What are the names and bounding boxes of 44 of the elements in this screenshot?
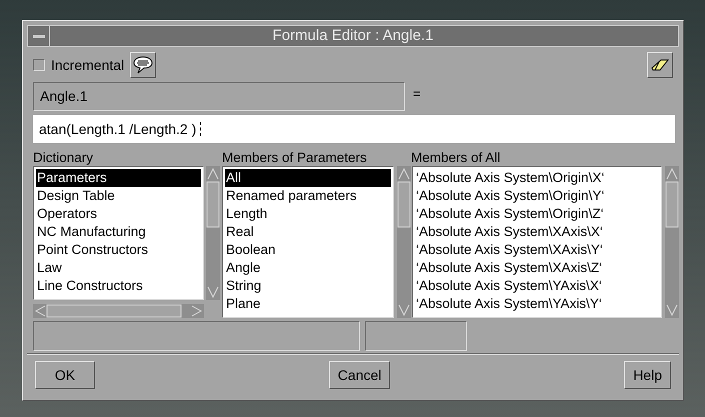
- vertical-scrollbar[interactable]: [665, 166, 679, 318]
- dialog-button[interactable]: OK: [35, 361, 95, 389]
- list-item[interactable]: ‘Absolute Axis System\Origin\Y‘: [415, 187, 659, 205]
- speech-bubble-icon: [133, 56, 154, 74]
- list-item[interactable]: Operators: [36, 205, 201, 223]
- comment-button[interactable]: [130, 52, 156, 78]
- vertical-scrollbar[interactable]: [206, 166, 220, 300]
- list-item[interactable]: ‘Absolute Axis System\Origin\Z‘: [415, 205, 659, 223]
- equals-sign: =: [413, 85, 421, 103]
- list-title: Members of Parameters: [222, 149, 368, 165]
- list-item[interactable]: Line Constructors: [36, 277, 201, 295]
- list-item[interactable]: All: [225, 169, 391, 187]
- list-item[interactable]: Length: [225, 205, 391, 223]
- list-item[interactable]: Design Table: [36, 187, 201, 205]
- list-title: Members of All: [411, 149, 500, 165]
- list-item[interactable]: ‘Absolute Axis System\XAxis\Y‘: [415, 241, 659, 259]
- list-item[interactable]: NC Manufacturing: [36, 223, 201, 241]
- list-item[interactable]: Renamed parameters: [225, 187, 391, 205]
- dialog-button[interactable]: Help: [624, 361, 671, 389]
- list-item[interactable]: ‘Absolute Axis System\XAxis\Z‘: [415, 259, 659, 277]
- list-item[interactable]: ‘Absolute Axis System\Origin\X‘: [415, 169, 659, 187]
- list-item[interactable]: Boolean: [225, 241, 391, 259]
- list-item[interactable]: ‘Absolute Axis System\XAxis\X‘: [415, 223, 659, 241]
- dialog-button[interactable]: Cancel: [328, 361, 390, 389]
- window-title: Formula Editor : Angle.1: [272, 26, 434, 46]
- checkbox[interactable]: [33, 59, 45, 71]
- list-item[interactable]: Law: [36, 259, 201, 277]
- eraser-button[interactable]: [647, 52, 673, 78]
- minus-icon: [32, 34, 44, 38]
- checkbox-label: Incremental: [51, 56, 124, 74]
- list-item[interactable]: ‘Absolute Axis System\YAxis\Y‘: [415, 295, 659, 313]
- list-item[interactable]: String: [225, 277, 391, 295]
- list-title: Dictionary: [33, 149, 94, 165]
- list-item[interactable]: Plane: [225, 295, 391, 313]
- list-item[interactable]: Real: [225, 223, 391, 241]
- parameter-field[interactable]: Angle.1: [33, 82, 405, 111]
- formula-field[interactable]: atan(Length.1 /Length.2 ): [33, 115, 675, 143]
- list-item[interactable]: Angle: [225, 259, 391, 277]
- list-item[interactable]: Parameters: [36, 169, 201, 187]
- list-item[interactable]: Point Constructors: [36, 241, 201, 259]
- list-item[interactable]: ‘Absolute Axis System\YAxis\X‘: [415, 277, 659, 295]
- eraser-icon: [650, 57, 670, 73]
- vertical-scrollbar[interactable]: [397, 166, 411, 318]
- horizontal-scrollbar[interactable]: [33, 304, 204, 318]
